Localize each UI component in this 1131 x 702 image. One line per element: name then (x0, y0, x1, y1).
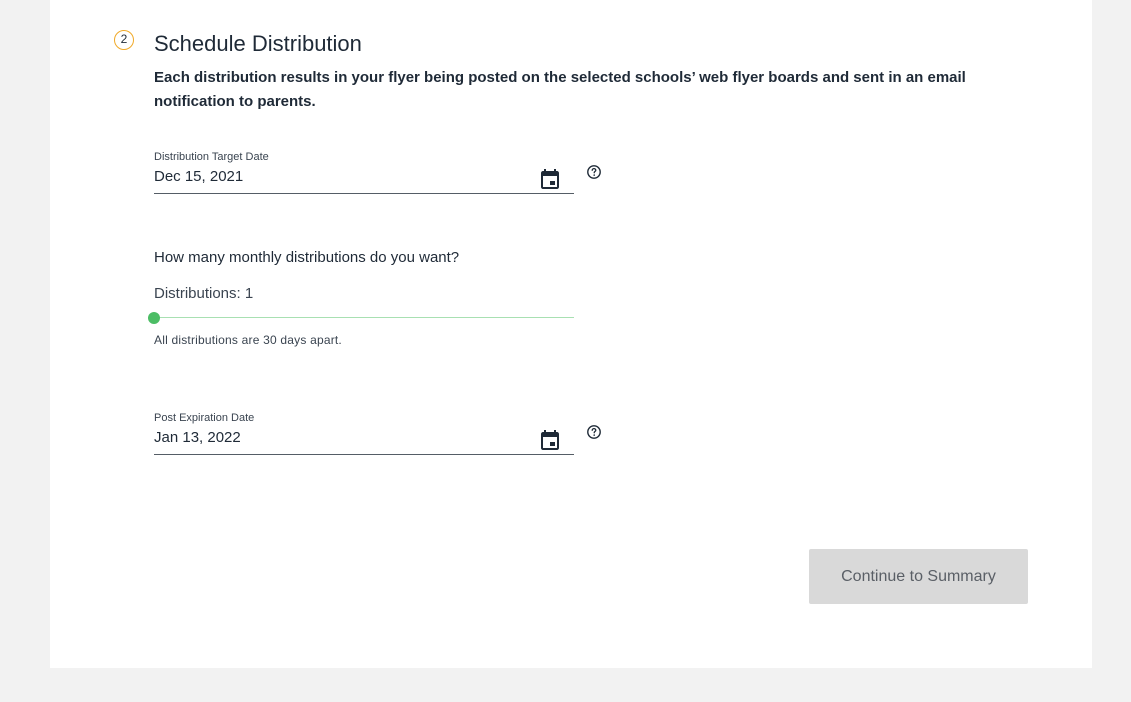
distributions-question: How many monthly distributions do you wa… (154, 249, 460, 266)
expiration-date-help-icon[interactable] (586, 424, 602, 440)
continue-to-summary-button[interactable]: Continue to Summary (809, 549, 1028, 604)
distributions-count: Distributions: 1 (154, 285, 254, 302)
target-date-field: Distribution Target Date (154, 150, 574, 194)
calendar-icon[interactable] (538, 428, 562, 452)
expiration-date-label: Post Expiration Date (154, 412, 255, 424)
expiration-date-input[interactable] (154, 425, 524, 451)
section-description: Each distribution results in your flyer … (154, 69, 966, 110)
expiration-date-input-wrapper (154, 425, 574, 455)
distributions-hint: All distributions are 30 days apart. (154, 333, 342, 347)
calendar-icon[interactable] (538, 167, 562, 191)
section-title: Schedule Distribution (154, 31, 362, 56)
target-date-label: Distribution Target Date (154, 151, 269, 163)
slider-thumb[interactable] (148, 312, 160, 324)
target-date-help-icon[interactable] (586, 164, 602, 180)
step-number-badge: 2 (114, 30, 134, 50)
target-date-input[interactable] (154, 164, 524, 190)
target-date-input-wrapper (154, 164, 574, 194)
distributions-slider[interactable] (148, 312, 574, 324)
slider-track (154, 317, 574, 318)
schedule-card: 2 Schedule Distribution Each distributio… (50, 0, 1092, 668)
expiration-date-field: Post Expiration Date (154, 411, 574, 455)
